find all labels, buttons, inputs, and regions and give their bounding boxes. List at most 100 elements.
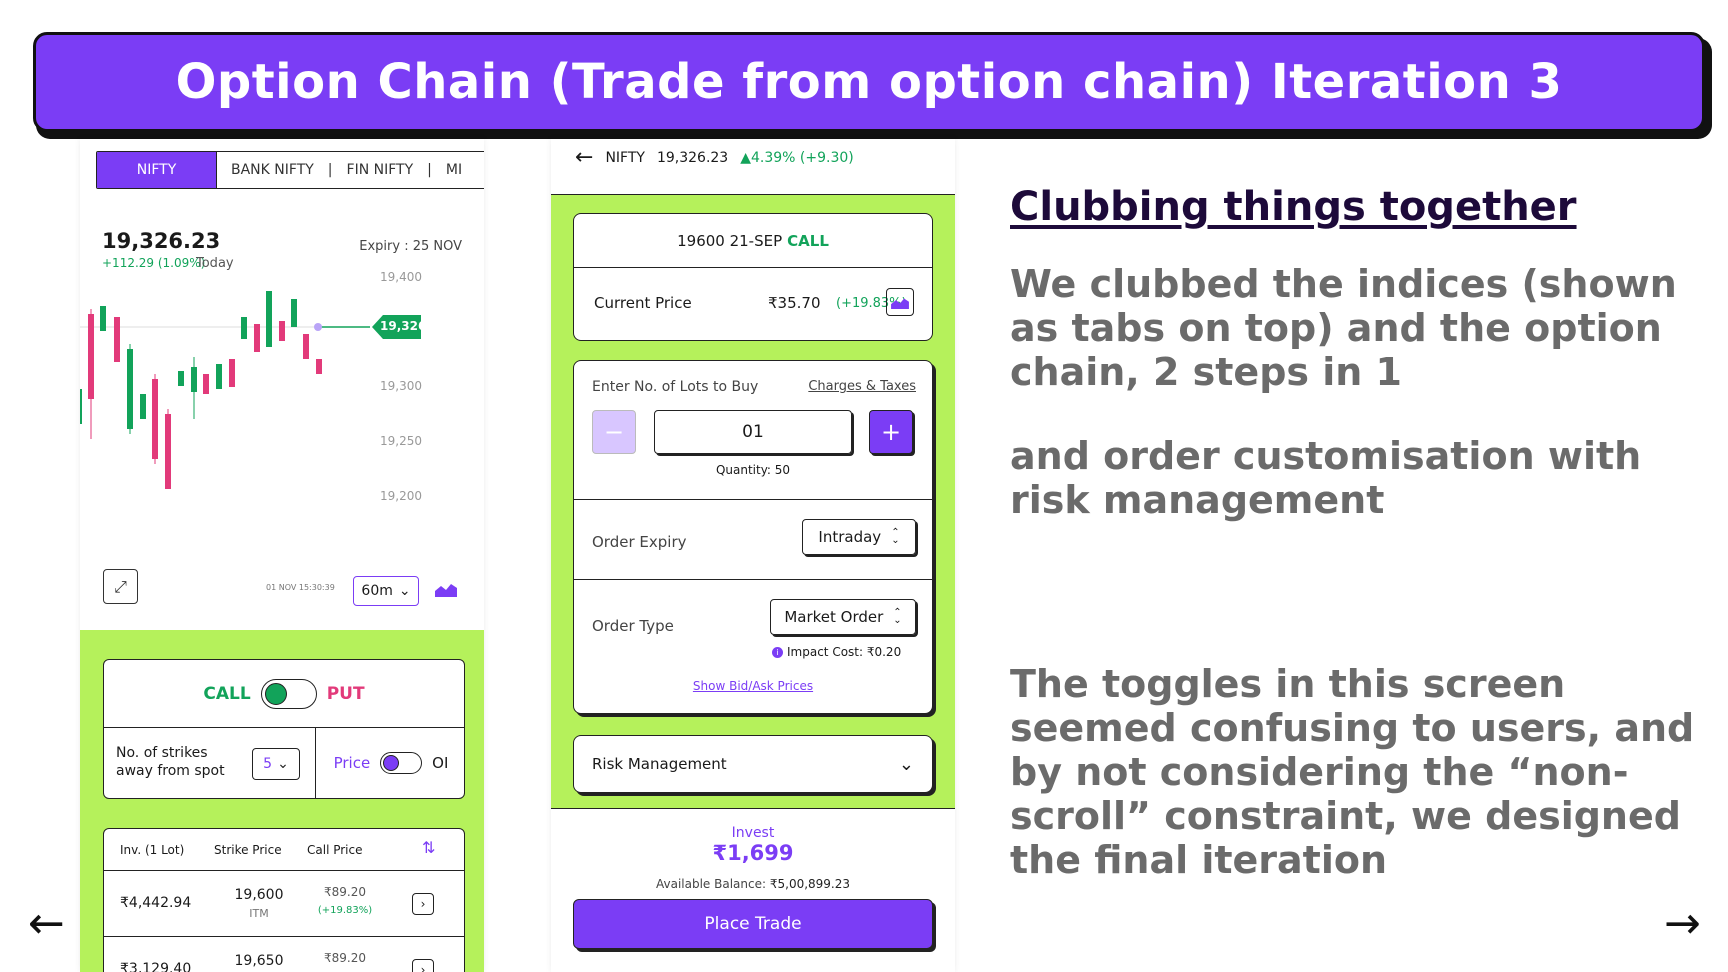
notes-heading: Clubbing things together [1010, 184, 1577, 230]
balance-value: ₹5,00,899.23 [769, 877, 851, 891]
table-header: Inv. (1 Lot) Strike Price Call Price ⇅ [104, 829, 464, 871]
call-label: CALL [203, 683, 251, 704]
impact-cost: i Impact Cost: ₹0.20 [772, 645, 901, 659]
call-put-toggle-row: CALL PUT [104, 660, 464, 728]
updown-chevron-icon: ⌃ ⌄ [893, 607, 902, 626]
chevron-right-icon[interactable]: › [412, 959, 434, 972]
option-chain-table: Inv. (1 Lot) Strike Price Call Price ⇅ ₹… [103, 828, 465, 972]
notes-paragraph-2: and order customisation with risk manage… [1010, 434, 1642, 522]
current-price-row: Current Price ₹35.70 (+19.83%) [574, 268, 932, 340]
table-row[interactable]: ₹3,129.40 19,650 ₹89.20 › [104, 937, 464, 972]
sort-icon[interactable]: ⇅ [422, 838, 435, 857]
header-change: ▲4.39% (+9.30) [740, 150, 854, 166]
place-trade-button[interactable]: Place Trade [573, 899, 933, 949]
chevron-down-icon: ⌄ [277, 756, 289, 772]
decrease-lots-button[interactable]: − [592, 410, 636, 454]
expiry-label: Expiry : 25 NOV [359, 239, 462, 254]
chevron-down-icon: ⌄ [398, 583, 411, 599]
index-price: 19,326.23 [102, 229, 221, 253]
order-header: ← NIFTY 19,326.23 ▲4.39% (+9.30) [575, 147, 854, 169]
strikes-control: No. of strikes away from spot 5 ⌄ [104, 728, 316, 798]
risk-label: Risk Management [592, 755, 727, 773]
price-pointer-dot [314, 323, 322, 331]
interval-select[interactable]: 60m ⌄ [353, 576, 419, 606]
order-expiry-select[interactable]: Intraday ⌃ ⌄ [802, 519, 916, 555]
back-arrow-icon[interactable]: ← [575, 147, 593, 169]
order-form-panel: 19600 21-SEP CALL Current Price ₹35.70 (… [551, 194, 955, 809]
candles [80, 291, 322, 489]
invest-label: Invest [731, 825, 775, 841]
oi-label: OI [432, 754, 449, 772]
table-row[interactable]: ₹4,442.94 19,600 ITM ₹89.20 (+19.83%) › [104, 871, 464, 937]
price-oi-toggle: Price OI [316, 728, 466, 798]
slide-title: Option Chain (Trade from option chain) I… [175, 54, 1563, 110]
switch-knob [264, 682, 287, 705]
next-slide-arrow-icon[interactable]: → [1664, 902, 1701, 946]
divider [574, 499, 932, 500]
area-chart-icon[interactable] [435, 581, 457, 597]
tab-bank-nifty[interactable]: BANK NIFTY [217, 152, 328, 188]
contract-title: 19600 21-SEP CALL [574, 214, 932, 268]
row-change: (+19.83%) [317, 905, 373, 916]
switch-knob [383, 755, 400, 771]
chart-timestamp: 01 NOV 15:30:39 [266, 583, 335, 592]
previous-slide-arrow-icon[interactable]: ← [28, 902, 65, 946]
index-tabs: NIFTY BANK NIFTY | FIN NIFTY | MI [96, 151, 484, 189]
header-price: 19,326.23 [656, 150, 729, 166]
show-bid-ask-link[interactable]: Show Bid/Ask Prices [574, 679, 932, 693]
header-symbol: NIFTY [605, 150, 645, 166]
chevron-right-icon[interactable]: › [412, 893, 434, 915]
info-icon[interactable]: i [772, 646, 783, 658]
balance-label: Available Balance: [655, 877, 767, 891]
order-expiry-value: Intraday [818, 528, 882, 546]
interval-value: 60m [361, 583, 393, 599]
chevron-down-icon: ⌄ [898, 753, 914, 775]
strikes-label-line1: No. of strikes [116, 745, 208, 761]
increase-lots-button[interactable]: + [869, 410, 913, 454]
risk-management-dropdown[interactable]: Risk Management ⌄ [573, 735, 933, 793]
order-type-value: Market Order [784, 608, 884, 626]
order-type-label: Order Type [592, 617, 674, 635]
contract-type: CALL [787, 231, 829, 250]
header-call: Call Price [307, 843, 363, 857]
tab-fin-nifty[interactable]: FIN NIFTY [333, 152, 428, 188]
contract-card: 19600 21-SEP CALL Current Price ₹35.70 (… [573, 213, 933, 341]
strikes-label: No. of strikes away from spot [116, 744, 225, 780]
divider [574, 579, 932, 580]
call-put-switch[interactable] [260, 678, 317, 709]
y-tick-19300: 19,300 [380, 379, 422, 393]
lots-input[interactable]: 01 [654, 410, 852, 454]
header-inv: Inv. (1 Lot) [120, 843, 185, 857]
order-expiry-label: Order Expiry [592, 533, 687, 551]
price-oi-switch[interactable] [380, 752, 423, 774]
quantity-note: Quantity: 50 [715, 463, 791, 477]
notes-paragraph-3: The toggles in this screen seemed confus… [1010, 662, 1695, 882]
tab-mi[interactable]: MI [432, 152, 476, 188]
updown-chevron-icon: ⌃ ⌄ [891, 527, 900, 546]
price-label: Price [333, 754, 371, 772]
lots-label: Enter No. of Lots to Buy [592, 379, 759, 395]
row-inv: ₹3,129.40 [120, 961, 192, 972]
index-change: +112.29 (1.09%) [102, 256, 206, 270]
title-banner: Option Chain (Trade from option chain) I… [33, 32, 1705, 132]
strikes-label-line2: away from spot [116, 763, 225, 779]
impact-cost-text: Impact Cost: ₹0.20 [787, 645, 902, 659]
area-chart-icon[interactable] [886, 288, 914, 316]
strikes-select[interactable]: 5 ⌄ [252, 748, 300, 780]
order-type-select[interactable]: Market Order ⌃ ⌄ [770, 599, 916, 635]
row-moneyness: ITM [249, 907, 269, 920]
row-price: ₹89.20 [324, 951, 366, 965]
y-tick-19400: 19,400 [380, 270, 422, 284]
current-price: ₹35.70 [768, 294, 821, 312]
available-balance: Available Balance: ₹5,00,899.23 [551, 877, 955, 891]
current-price-tag-label: 19,326 [380, 319, 427, 333]
charges-taxes-link[interactable]: Charges & Taxes [808, 379, 916, 394]
header-strike: Strike Price [214, 843, 282, 857]
tab-nifty[interactable]: NIFTY [97, 152, 217, 188]
contract-name: 19600 21-SEP [677, 231, 783, 250]
row-inv: ₹4,442.94 [120, 895, 192, 911]
current-price-label: Current Price [594, 294, 692, 312]
row-strike: 19,600 [234, 887, 284, 903]
fullscreen-icon[interactable]: ⤢ [103, 569, 138, 604]
strikes-value: 5 [263, 756, 273, 772]
